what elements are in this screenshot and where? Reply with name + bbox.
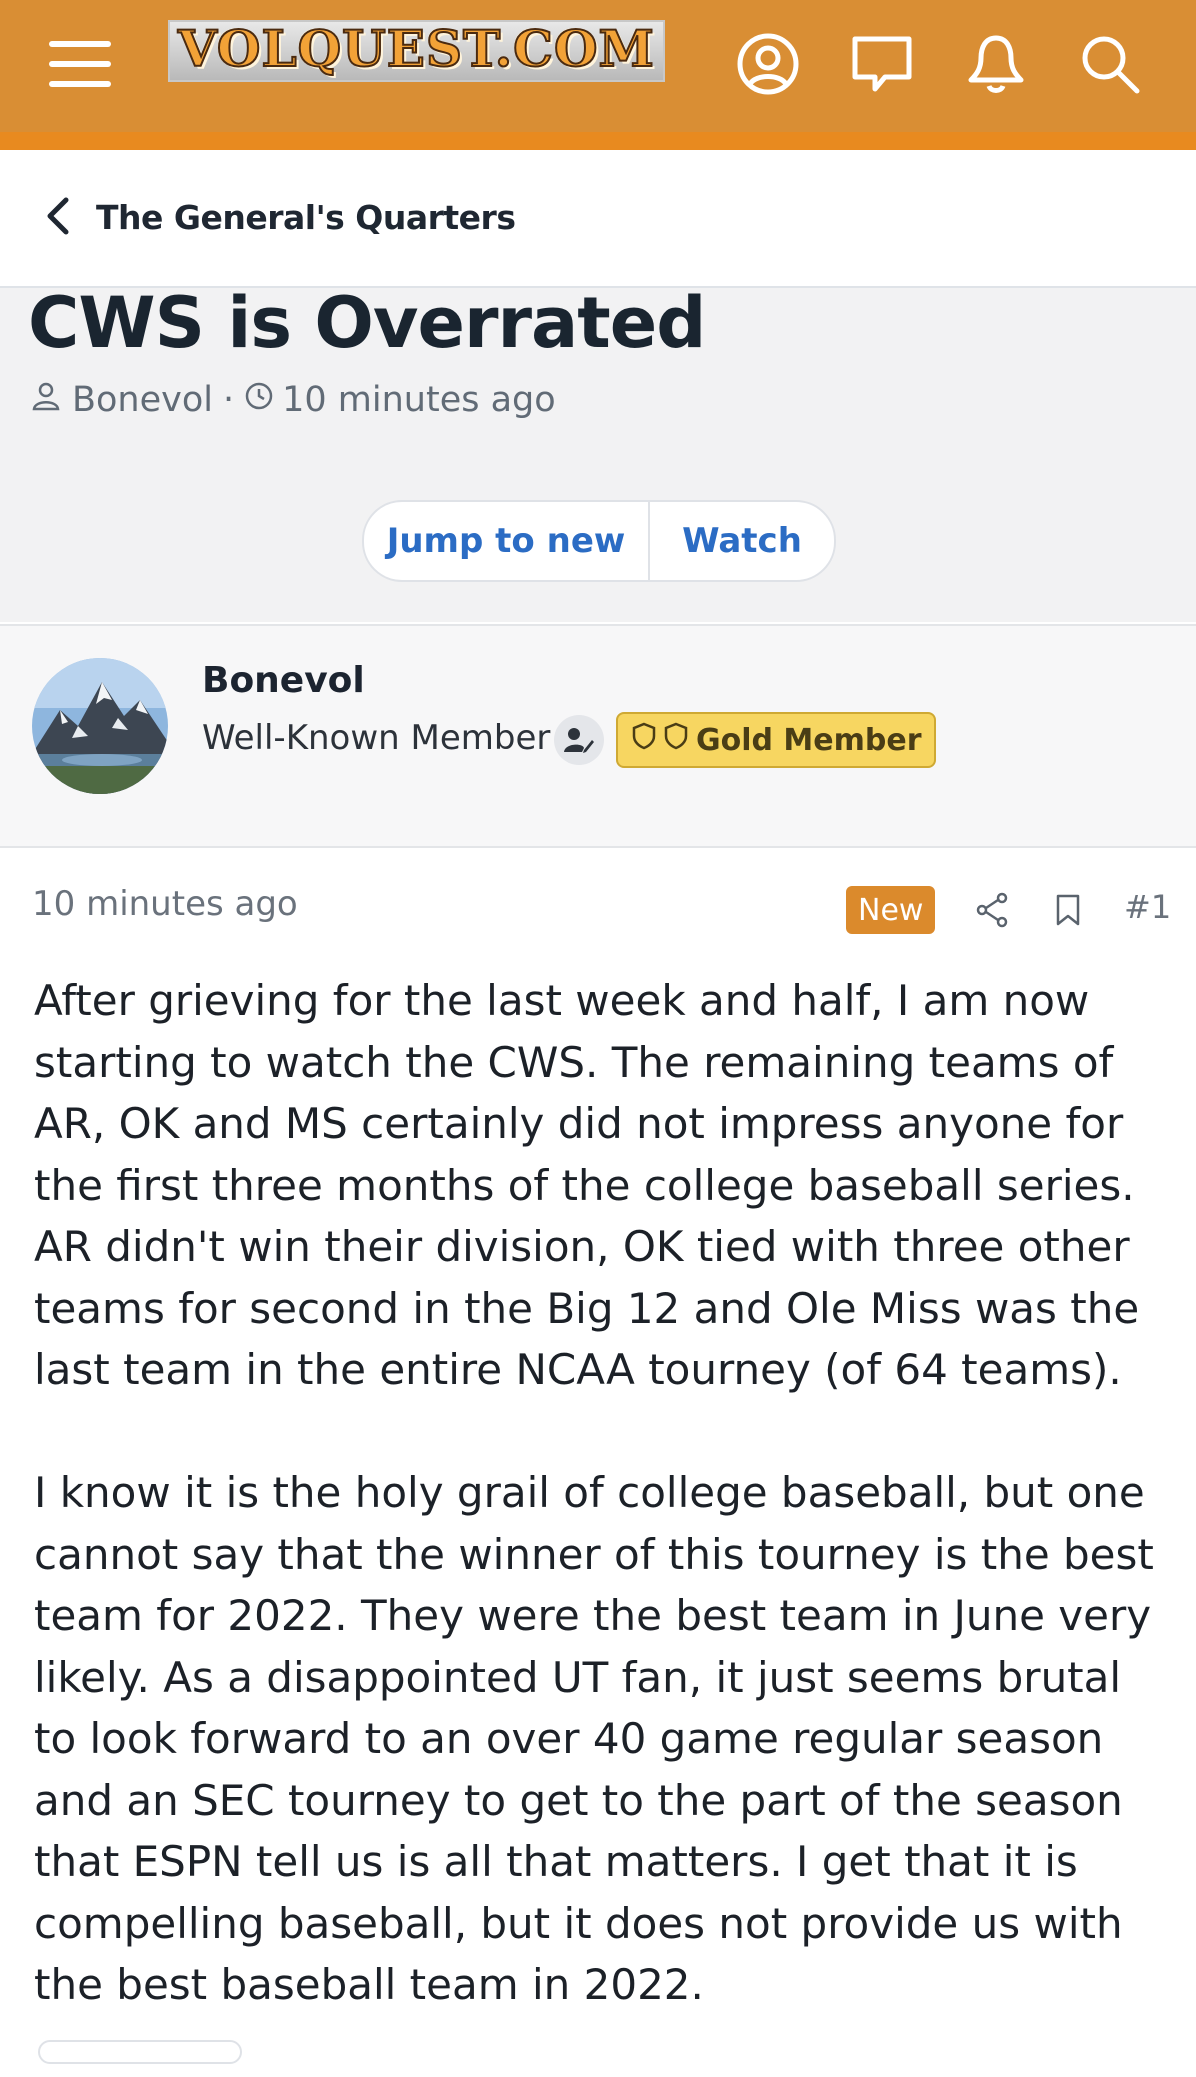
thread-actions: Jump to new Watch xyxy=(362,500,836,582)
shield-icon xyxy=(664,722,688,758)
post-body: After grieving for the last week and hal… xyxy=(34,970,1174,2077)
author-card: Bonevol Well-Known Member Gold Member xyxy=(0,624,1196,848)
chevron-left-icon xyxy=(44,196,72,240)
thread-author-link[interactable]: Bonevol xyxy=(72,380,213,420)
shield-icon xyxy=(632,722,656,758)
user-title: Well-Known Member xyxy=(202,718,551,758)
post-paragraph: I know it is the holy grail of college b… xyxy=(34,1468,1154,2009)
top-navigation-bar: VOLQUEST.COM xyxy=(0,0,1196,150)
watch-button[interactable]: Watch xyxy=(650,502,834,580)
share-icon[interactable] xyxy=(968,886,1016,934)
jump-to-new-button[interactable]: Jump to new xyxy=(364,502,650,580)
conversations-icon[interactable] xyxy=(834,16,930,112)
breadcrumb-forum-link[interactable]: The General's Quarters xyxy=(96,198,516,237)
breadcrumb[interactable]: The General's Quarters xyxy=(0,150,1196,288)
reaction-bar[interactable] xyxy=(38,2040,242,2064)
site-logo[interactable]: VOLQUEST.COM xyxy=(168,20,665,82)
thread-time[interactable]: 10 minutes ago xyxy=(282,380,556,420)
menu-icon[interactable] xyxy=(32,16,128,112)
gold-member-badge: Gold Member xyxy=(616,712,936,768)
user-edit-icon xyxy=(554,715,604,765)
new-badge: New xyxy=(846,886,936,934)
bookmark-icon[interactable] xyxy=(1044,886,1092,934)
page-title: CWS is Overrated xyxy=(28,282,706,364)
avatar[interactable] xyxy=(32,658,168,794)
meta-separator: · xyxy=(223,380,235,420)
post-number-link[interactable]: #1 xyxy=(1124,888,1171,926)
search-icon[interactable] xyxy=(1062,16,1158,112)
thread-header: CWS is Overrated Bonevol · 10 minutes ag… xyxy=(0,282,1196,622)
post-time[interactable]: 10 minutes ago xyxy=(32,884,298,924)
post-paragraph: After grieving for the last week and hal… xyxy=(34,976,1140,1394)
user-icon xyxy=(32,380,60,420)
thread-meta: Bonevol · 10 minutes ago xyxy=(32,380,556,420)
alerts-icon[interactable] xyxy=(948,16,1044,112)
author-name-link[interactable]: Bonevol xyxy=(202,660,365,701)
badge-label: Gold Member xyxy=(696,722,922,758)
account-icon[interactable] xyxy=(720,16,816,112)
clock-icon xyxy=(244,380,274,420)
